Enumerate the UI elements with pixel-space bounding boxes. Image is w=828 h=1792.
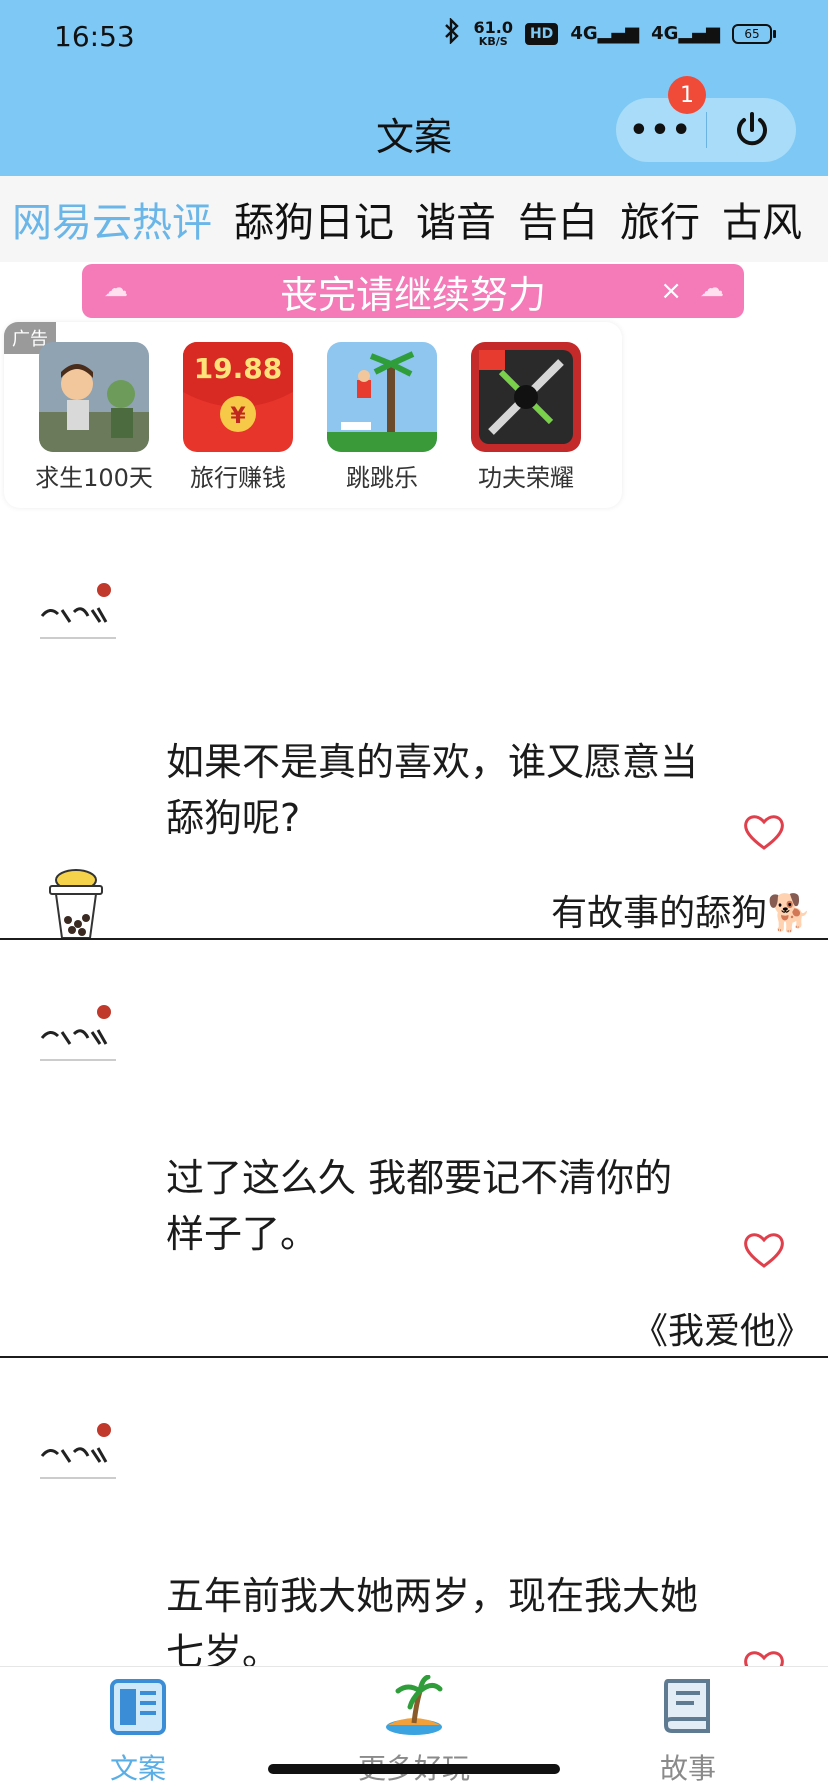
ad-app-survival[interactable]: 求生100天: [22, 342, 166, 493]
quote-source: 有故事的舔狗🐕: [551, 893, 812, 934]
wenan-logo-icon: [40, 1005, 116, 1061]
signal-icon-2: 4G▂▄▆: [651, 23, 720, 44]
banner-close-button[interactable]: ×: [660, 276, 682, 306]
nav-label: 文案: [109, 1752, 166, 1785]
nav-wenan[interactable]: 文案: [58, 1675, 218, 1787]
palm-island-icon: [386, 1675, 443, 1735]
newspaper-icon: [110, 1679, 166, 1735]
signal-icon: 4G▂▄▆: [570, 23, 640, 44]
hd-voice-icon: HD: [524, 22, 559, 45]
red-packet-currency: ¥: [230, 404, 246, 429]
bluetooth-icon: [443, 17, 461, 49]
quote-source: 《我爱他》: [631, 1311, 812, 1352]
jump-game-icon: [327, 342, 437, 452]
nav-label: 故事: [659, 1752, 716, 1785]
signal-label-2: 4G: [651, 23, 679, 44]
tab-puns[interactable]: 谐音: [416, 190, 496, 248]
quote-line: 五年前我大她两岁，现在我大她: [166, 1574, 699, 1618]
close-power-button[interactable]: [707, 110, 796, 150]
quote-line: 如果不是真的喜欢，谁又愿意当: [166, 740, 699, 784]
book-icon: [664, 1679, 710, 1733]
ad-app-jump[interactable]: 跳跳乐: [310, 342, 454, 493]
kungfu-game-icon: [471, 342, 581, 452]
ad-app-label: 功夫荣耀: [478, 464, 574, 492]
motivation-banner[interactable]: ☁ 丧完请继续努力 × ☁: [82, 264, 744, 318]
category-tabs: 网易云热评 舔狗日记 谐音 告白 旅行 古风: [0, 176, 828, 262]
more-menu-button[interactable]: •••: [616, 113, 706, 148]
survival-game-icon: [39, 342, 149, 452]
ad-app-kungfu[interactable]: 功夫荣耀: [454, 342, 598, 493]
quote-text: 如果不是真的喜欢，谁又愿意当 舔狗呢?: [166, 734, 766, 846]
ad-app-label: 旅行赚钱: [190, 464, 286, 492]
heart-icon[interactable]: [742, 812, 786, 852]
quote-text: 过了这么久 我都要记不清你的 样子了。: [166, 1150, 766, 1262]
tab-travel[interactable]: 旅行: [620, 190, 700, 248]
ad-app-label: 求生100天: [35, 464, 153, 492]
wenan-logo-icon: [40, 583, 116, 639]
quote-card[interactable]: 五年前我大她两岁，现在我大她 七岁。: [0, 1358, 828, 1666]
network-speed-value: 61.0: [473, 18, 513, 37]
heart-icon[interactable]: [742, 1648, 786, 1666]
quote-text: 五年前我大她两岁，现在我大她 七岁。: [166, 1568, 766, 1666]
quote-card[interactable]: 过了这么久 我都要记不清你的 样子了。 《我爱他》: [0, 940, 828, 1358]
tab-netease-comments[interactable]: 网易云热评: [12, 190, 212, 248]
quote-line: 过了这么久 我都要记不清你的: [166, 1156, 673, 1200]
quote-line: 七岁。: [166, 1630, 281, 1666]
ad-strip: 广告 求生100天 19.88 ¥ 旅行赚钱 跳跳乐 功夫荣耀: [4, 322, 622, 508]
network-speed-unit: KB/S: [478, 35, 508, 48]
ad-app-label: 跳跳乐: [346, 464, 418, 492]
status-time: 16:53: [54, 20, 135, 53]
cloud-decoration-icon: ☁: [104, 274, 128, 302]
red-packet-icon: 19.88 ¥: [183, 342, 293, 452]
signal-label: 4G: [570, 23, 598, 44]
red-packet-amount: 19.88: [193, 352, 283, 385]
quote-line: 舔狗呢?: [166, 796, 301, 840]
battery-icon: 65: [732, 23, 776, 44]
quote-line: 样子了。: [166, 1212, 319, 1256]
status-icons: 61.0 KB/S HD 4G▂▄▆ 4G▂▄▆ 65: [443, 17, 776, 49]
network-speed: 61.0 KB/S: [473, 18, 513, 48]
notification-badge: 1: [668, 76, 706, 114]
heart-icon[interactable]: [742, 1230, 786, 1270]
app-header: 16:53 61.0 KB/S HD 4G▂▄▆ 4G▂▄▆ 65 文案 •••: [0, 0, 828, 176]
nav-stories[interactable]: 故事: [608, 1675, 768, 1787]
quote-card[interactable]: 如果不是真的喜欢，谁又愿意当 舔狗呢? 有故事的舔狗🐕: [0, 512, 828, 940]
battery-level: 65: [732, 23, 772, 44]
ad-app-travel-earn[interactable]: 19.88 ¥ 旅行赚钱: [166, 342, 310, 493]
banner-text: 丧完请继续努力: [279, 272, 546, 317]
wenan-logo-icon: [40, 1423, 116, 1479]
tab-ancient-style[interactable]: 古风: [722, 190, 802, 248]
tab-simp-diary[interactable]: 舔狗日记: [234, 190, 394, 248]
status-bar: 16:53 61.0 KB/S HD 4G▂▄▆ 4G▂▄▆ 65: [0, 0, 828, 76]
power-icon: [736, 112, 767, 146]
mini-program-capsule: ••• 1: [616, 76, 796, 162]
milk-tea-icon: [49, 869, 103, 939]
cloud-decoration-icon-right: ☁: [700, 274, 724, 302]
tab-confession[interactable]: 告白: [518, 190, 598, 248]
home-indicator[interactable]: [268, 1764, 560, 1774]
